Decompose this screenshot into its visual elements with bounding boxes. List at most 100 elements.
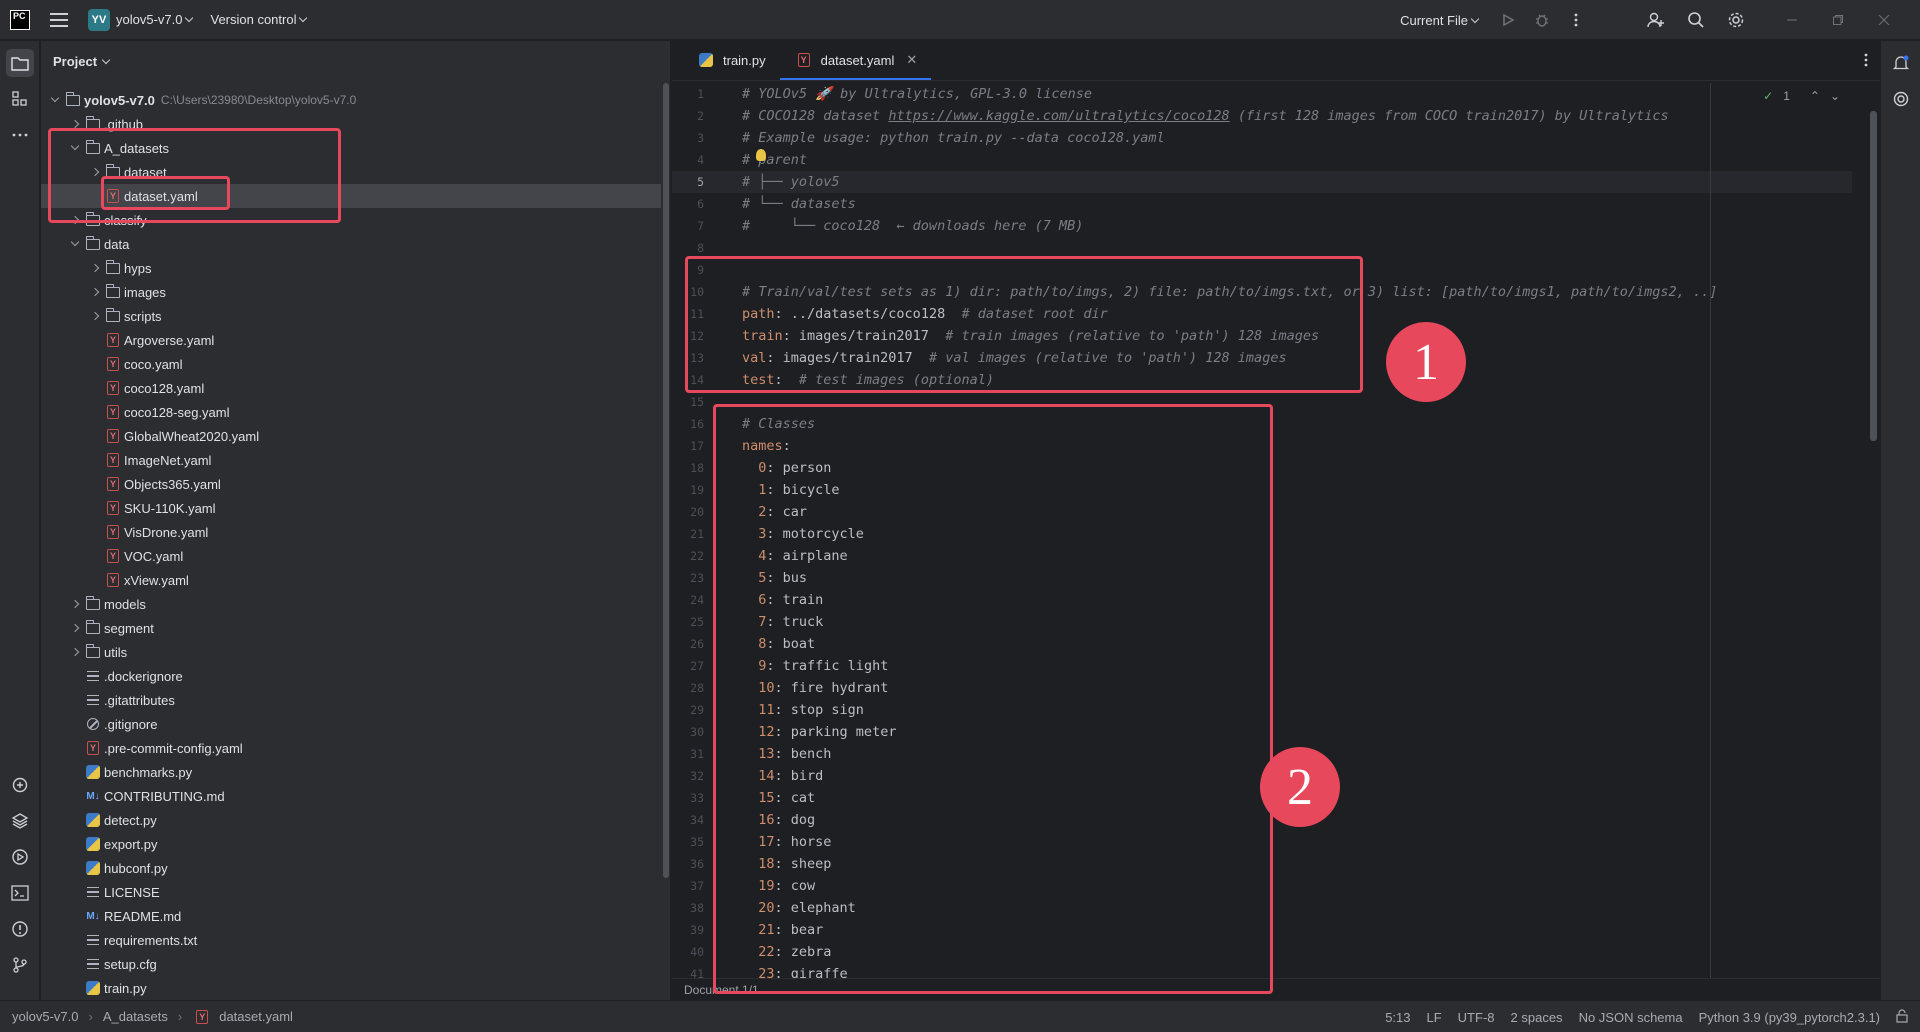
- run-config-selector[interactable]: Current File: [1400, 13, 1480, 28]
- chevron-right-icon[interactable]: [87, 308, 103, 324]
- tree-file[interactable]: Y SKU-110K.yaml: [41, 496, 661, 520]
- notifications-button[interactable]: [1887, 49, 1915, 77]
- tree-file[interactable]: Y VisDrone.yaml: [41, 520, 661, 544]
- tree-file[interactable]: LICENSE: [41, 880, 661, 904]
- code-line[interactable]: 3 # Example usage: python train.py --data…: [672, 127, 1852, 149]
- tree-file[interactable]: detect.py: [41, 808, 661, 832]
- editor-tab[interactable]: train.py: [682, 40, 780, 80]
- git-tool-button[interactable]: [6, 951, 34, 979]
- tree-root[interactable]: yolov5-v7.0 C:\Users\23980\Desktop\yolov…: [41, 88, 661, 112]
- ai-assistant-icon: [1893, 91, 1909, 107]
- more-tools-button[interactable]: [6, 121, 34, 149]
- code-line[interactable]: 7 # └── coco128 ← downloads here (7 MB): [672, 215, 1852, 237]
- tree-file[interactable]: YxView.yaml: [41, 568, 661, 592]
- project-scrollbar[interactable]: [663, 83, 669, 878]
- code-line[interactable]: 2 # COCO128 dataset https://www.kaggle.co…: [672, 105, 1852, 127]
- chevron-right-icon[interactable]: [87, 260, 103, 276]
- tree-folder[interactable]: data: [41, 232, 661, 256]
- services-tool-button[interactable]: [6, 843, 34, 871]
- gear-icon[interactable]: [1726, 10, 1746, 30]
- debug-icon[interactable]: [1532, 10, 1552, 30]
- python-file-icon: [85, 980, 101, 996]
- annotation-number-1: 1: [1386, 322, 1466, 402]
- expand-arrow-icon[interactable]: [47, 92, 63, 108]
- caret-position[interactable]: 5:13: [1385, 1010, 1410, 1025]
- chevron-right-icon[interactable]: [67, 620, 83, 636]
- status-crumb[interactable]: A_datasets: [103, 1009, 168, 1024]
- code-line[interactable]: 5 # ├── yolov5: [672, 171, 1852, 193]
- tree-file[interactable]: Y VOC.yaml: [41, 544, 661, 568]
- tree-file[interactable]: hubconf.py: [41, 856, 661, 880]
- code-line[interactable]: 4 # parent: [672, 149, 1852, 171]
- tree-file[interactable]: Y GlobalWheat2020.yaml: [41, 424, 661, 448]
- tree-file[interactable]: Y ImageNet.yaml: [41, 448, 661, 472]
- tree-file[interactable]: Y Argoverse.yaml: [41, 328, 661, 352]
- json-schema[interactable]: No JSON schema: [1579, 1010, 1683, 1025]
- tree-folder[interactable]: models: [41, 592, 661, 616]
- tree-folder[interactable]: scripts: [41, 304, 661, 328]
- close-icon[interactable]: [1874, 10, 1894, 30]
- python-interpreter[interactable]: Python 3.9 (py39_pytorch2.3.1): [1699, 1010, 1880, 1025]
- tree-file[interactable]: Y Objects365.yaml: [41, 472, 661, 496]
- terminal-tool-button[interactable]: [6, 879, 34, 907]
- code-line[interactable]: 6 # └── datasets: [672, 193, 1852, 215]
- tree-file[interactable]: setup.cfg: [41, 952, 661, 976]
- menu-icon[interactable]: [50, 12, 68, 27]
- lock-icon[interactable]: [1896, 1008, 1908, 1026]
- layers-tool-button[interactable]: [6, 807, 34, 835]
- tree-file[interactable]: M↓ CONTRIBUTING.md: [41, 784, 661, 808]
- tree-file[interactable]: benchmarks.py: [41, 760, 661, 784]
- editor-tab[interactable]: Ydataset.yaml ✕: [779, 40, 932, 80]
- line-separator[interactable]: LF: [1427, 1010, 1442, 1025]
- tree-file[interactable]: Ycoco128.yaml: [41, 376, 661, 400]
- search-icon[interactable]: [1686, 10, 1706, 30]
- tab-label: dataset.yaml: [820, 52, 895, 68]
- status-crumb[interactable]: dataset.yaml: [219, 1009, 293, 1024]
- indent-setting[interactable]: 2 spaces: [1511, 1010, 1563, 1025]
- chevron-right-icon[interactable]: [67, 596, 83, 612]
- tree-folder[interactable]: utils: [41, 640, 661, 664]
- tree-file[interactable]: export.py: [41, 832, 661, 856]
- line-number: 7: [697, 219, 704, 233]
- ai-assistant-button[interactable]: [1887, 85, 1915, 113]
- python-packages-button[interactable]: [6, 771, 34, 799]
- terminal-icon: [11, 885, 29, 901]
- structure-tool-button[interactable]: [6, 85, 34, 113]
- restore-icon[interactable]: [1828, 10, 1848, 30]
- tree-file[interactable]: .gitignore: [41, 712, 661, 736]
- code-token: # └── datasets: [742, 196, 856, 212]
- status-crumb[interactable]: yolov5-v7.0: [12, 1009, 78, 1024]
- tree-file[interactable]: .gitattributes: [41, 688, 661, 712]
- project-tool-button[interactable]: [6, 49, 34, 77]
- tree-file[interactable]: Y .pre-commit-config.yaml: [41, 736, 661, 760]
- chevron-down-icon[interactable]: [67, 236, 83, 252]
- minimize-icon[interactable]: [1782, 10, 1802, 30]
- chevron-right-icon[interactable]: [87, 284, 103, 300]
- close-tab-icon[interactable]: ✕: [906, 52, 917, 68]
- vcs-menu[interactable]: Version control: [210, 12, 308, 27]
- tree-folder[interactable]: images: [41, 280, 661, 304]
- tree-file[interactable]: .dockerignore: [41, 664, 661, 688]
- yaml-file-icon: Y: [105, 476, 121, 492]
- line-text: # └── datasets: [712, 193, 856, 215]
- code-line[interactable]: 1 # YOLOv5 🚀 by Ultralytics, GPL-3.0 lice…: [672, 83, 1852, 105]
- tree-file[interactable]: requirements.txt: [41, 928, 661, 952]
- problems-tool-button[interactable]: [6, 915, 34, 943]
- tree-folder[interactable]: hyps: [41, 256, 661, 280]
- tree-file[interactable]: Ycoco128-seg.yaml: [41, 400, 661, 424]
- project-switcher[interactable]: yolov5-v7.0: [116, 12, 194, 27]
- more-vertical-icon[interactable]: [1864, 53, 1868, 70]
- more-vertical-icon[interactable]: [1566, 10, 1586, 30]
- run-icon[interactable]: [1498, 10, 1518, 30]
- file-encoding[interactable]: UTF-8: [1458, 1010, 1495, 1025]
- chevron-right-icon[interactable]: [67, 644, 83, 660]
- add-user-icon[interactable]: [1646, 10, 1666, 30]
- tree-file[interactable]: train.py: [41, 976, 661, 1000]
- lightbulb-icon[interactable]: [756, 149, 766, 161]
- tree-folder[interactable]: segment: [41, 616, 661, 640]
- tree-item-label: GlobalWheat2020.yaml: [124, 428, 260, 444]
- editor-scrollbar[interactable]: [1870, 111, 1877, 441]
- tree-file[interactable]: Ycoco.yaml: [41, 352, 661, 376]
- project-panel-header[interactable]: Project: [41, 41, 670, 81]
- tree-file[interactable]: M↓ README.md: [41, 904, 661, 928]
